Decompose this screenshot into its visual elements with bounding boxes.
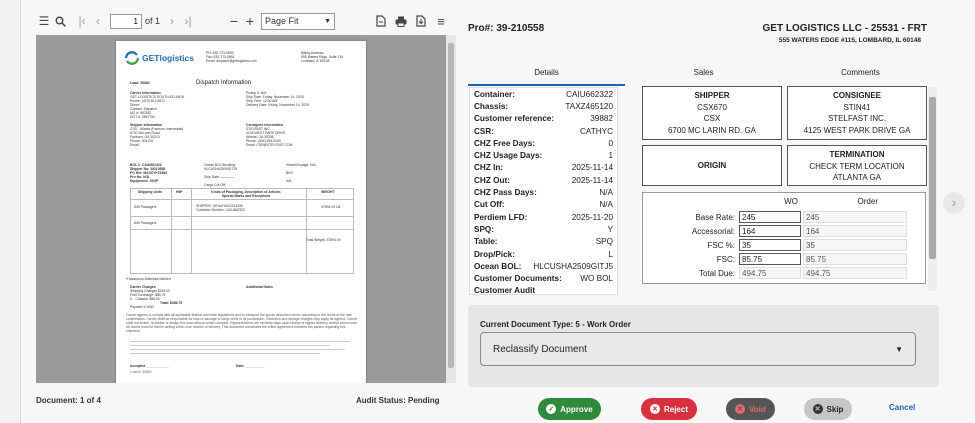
- tab-comments[interactable]: Comments: [782, 62, 939, 86]
- fsc-percent-order: 35: [803, 239, 907, 251]
- detail-row: Customer Documents: WO BOL: [474, 274, 613, 284]
- tab-details[interactable]: Details: [468, 62, 625, 86]
- order-column-header: Order: [857, 197, 878, 206]
- close-circle-icon: ✕: [812, 404, 823, 414]
- detail-row: Cut Off: N/A: [474, 200, 613, 210]
- reject-button[interactable]: ✕ Reject: [641, 398, 697, 420]
- detail-row: Drop/Pick: L: [474, 249, 613, 259]
- reclassify-select-value: Reclassify Document: [493, 343, 587, 355]
- next-document-button[interactable]: ›: [943, 192, 965, 214]
- open-file-icon[interactable]: [373, 13, 389, 29]
- detail-row: Container: CAIU662322: [474, 89, 613, 99]
- current-document-type: Current Document Type: 5 - Work Order: [480, 320, 631, 329]
- cancel-button[interactable]: Cancel: [889, 403, 915, 412]
- zoom-out-icon[interactable]: −: [226, 13, 242, 29]
- pro-number: Pro#: 39-210558: [468, 23, 545, 34]
- reclassify-document-select[interactable]: Reclassify Document ▼: [480, 332, 916, 366]
- page-count-label: of 1: [145, 16, 161, 26]
- consignee-box: CONSIGNEE STIN41 STELFAST INC. 4125 WEST PA…: [787, 86, 927, 140]
- print-icon[interactable]: [393, 13, 409, 29]
- sidebar-toggle-icon[interactable]: ☰: [36, 13, 52, 29]
- document-counter: Document: 1 of 4: [36, 396, 101, 405]
- shipper-box: SHIPPER CSX670 CSX 6700 MC LARIN RD. GA: [642, 86, 782, 140]
- void-button[interactable]: ✕ Void: [726, 398, 775, 420]
- company-address: 555 WATERS EDGE #115, LOMBARD, IL 60148: [778, 37, 921, 44]
- pdf-doc-title: Dispatch Information: [196, 80, 252, 86]
- zoom-in-icon[interactable]: +: [242, 13, 258, 29]
- get-logistics-logo: GETlogistics: [124, 51, 194, 65]
- last-page-icon[interactable]: ›|: [180, 13, 196, 29]
- detail-row: Table: SPQ: [474, 237, 613, 247]
- prev-page-icon[interactable]: ‹: [90, 13, 106, 29]
- detail-row: SPQ: Y: [474, 224, 613, 234]
- termination-box: TERMINATION CHECK TERM LOCATION ATLANTA GA: [787, 145, 927, 186]
- first-page-icon[interactable]: |‹: [74, 13, 90, 29]
- app-root: ☰ |‹ ‹ of 1 › ›| − + Page Fit ▼ ≡ GETlog…: [0, 0, 975, 423]
- details-scrollbar[interactable]: [928, 87, 937, 291]
- chevron-right-icon: ›: [951, 194, 957, 210]
- base-rate-order: 245: [803, 211, 907, 223]
- chevron-down-icon: ▼: [324, 17, 332, 25]
- pdf-page: GETlogistics PH: 630-773-0650 Fax: 630-77…: [116, 41, 366, 383]
- chevron-down-icon: ▼: [895, 344, 903, 354]
- detail-row: Customer reference: 39882: [474, 114, 613, 124]
- detail-row: CSR: CATHYC: [474, 126, 613, 136]
- approve-button[interactable]: ✓ Approve: [538, 398, 601, 420]
- wo-order-table: WO Order Base Rate: 245 245 Accessorial:…: [642, 192, 926, 284]
- accessorial-input[interactable]: 164: [739, 225, 801, 237]
- detail-row: CHZ Free Days: 0: [474, 138, 613, 148]
- pdf-scrollbar[interactable]: [446, 35, 456, 383]
- wo-row: Base Rate: 245 245: [643, 211, 927, 224]
- origin-box: ORIGIN: [642, 145, 782, 186]
- details-scrollbar-thumb[interactable]: [929, 97, 936, 259]
- page-number-input[interactable]: [110, 13, 142, 29]
- close-icon: ✕: [649, 404, 660, 414]
- pdf-scrollbar-thumb[interactable]: [448, 43, 454, 368]
- detail-row: Customer Audit: [474, 286, 536, 295]
- zoom-select-value: Page Fit: [265, 16, 299, 26]
- detail-row: CHZ Out: 2025-11-14: [474, 175, 613, 185]
- wo-row: Total Due: 494.75 494.75: [643, 267, 927, 280]
- close-circle-icon: ✕: [735, 404, 746, 414]
- wo-row: FSC: 85.75 85.75: [643, 253, 927, 266]
- audit-status: Audit Status: Pending: [356, 396, 440, 405]
- fsc-input[interactable]: 85.75: [739, 253, 801, 265]
- menu-icon[interactable]: ≡: [433, 13, 449, 29]
- detail-row: Chassis: TAXZ465120: [474, 101, 613, 111]
- pdf-viewer[interactable]: GETlogistics PH: 630-773-0650 Fax: 630-77…: [36, 35, 456, 383]
- next-page-icon[interactable]: ›: [164, 13, 180, 29]
- wo-row: Accessorial: 164 164: [643, 225, 927, 238]
- document-type-panel: Current Document Type: 5 - Work Order Re…: [468, 305, 939, 387]
- detail-row: CHZ Usage Days: 1: [474, 151, 613, 161]
- search-icon[interactable]: [52, 13, 68, 29]
- zoom-select[interactable]: Page Fit ▼: [261, 12, 336, 30]
- accessorial-order: 164: [803, 225, 907, 237]
- detail-row: Ocean BOL: HLCUSHA2509GITJ5: [474, 261, 613, 271]
- total-due-wo: 494.75: [739, 267, 801, 279]
- details-panel[interactable]: Container: CAIU662322 Chassis: TAXZ465120 …: [469, 87, 618, 295]
- total-due-order: 494.75: [803, 267, 907, 279]
- detail-row: CHZ Pass Days: N/A: [474, 188, 613, 198]
- skip-button[interactable]: ✕ Skip: [804, 398, 852, 420]
- tab-sales[interactable]: Sales: [625, 62, 782, 86]
- detail-row: Perdiem LFD: 2025-11-20: [474, 212, 613, 222]
- company-name: GET LOGISTICS LLC - 25531 - FRT: [762, 23, 927, 34]
- download-icon[interactable]: [413, 13, 429, 29]
- detail-row: CHZ In: 2025-11-14: [474, 163, 613, 173]
- wo-row: FSC %: 35 35: [643, 239, 927, 252]
- pdf-toolbar: ☰ |‹ ‹ of 1 › ›| − + Page Fit ▼ ≡: [36, 9, 456, 33]
- tab-bar: Details Sales Comments: [468, 62, 940, 86]
- base-rate-input[interactable]: 245: [739, 211, 801, 223]
- check-icon: ✓: [546, 404, 557, 414]
- fsc-percent-input[interactable]: 35: [739, 239, 801, 251]
- fsc-order: 85.75: [803, 253, 907, 265]
